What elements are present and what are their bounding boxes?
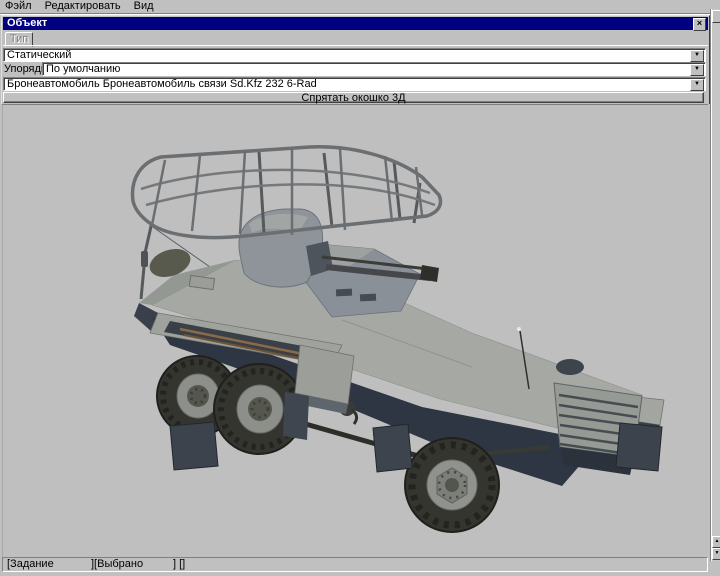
vehicle-3d-preview <box>2 105 708 557</box>
arrow-down-icon: ▼ <box>715 550 720 556</box>
arrow-up-icon: ▲ <box>715 538 720 544</box>
front-wheel <box>405 438 499 532</box>
close-icon: × <box>697 18 702 28</box>
menu-bar: Фэйл Редактировать Вид <box>0 0 720 14</box>
close-button[interactable]: × <box>693 18 706 31</box>
object-window-titlebar[interactable]: Объект × <box>3 17 708 30</box>
tab-row: Тип <box>3 31 708 45</box>
order-select-value: По умолчанию <box>46 63 691 75</box>
object-select[interactable]: Бронеавтомобиль Бронеавтомобиль связи Sd… <box>3 77 706 91</box>
type-select[interactable]: Статический ▼ <box>3 48 706 62</box>
menu-item-edit[interactable]: Редактировать <box>40 0 126 13</box>
object-select-value: Бронеавтомобиль Бронеавтомобиль связи Sd… <box>7 78 691 90</box>
scroll-up-button[interactable]: ▲ <box>712 536 720 548</box>
status-task: [Задание <box>7 558 54 570</box>
scrollbar-thumb[interactable] <box>712 10 720 23</box>
scroll-down-button[interactable]: ▼ <box>712 548 720 560</box>
menu-item-view[interactable]: Вид <box>129 0 159 13</box>
type-select-value: Статический <box>7 49 691 61</box>
chevron-down-icon: ▼ <box>694 66 700 72</box>
chevron-down-icon: ▼ <box>694 81 700 87</box>
type-select-dropdown-button[interactable]: ▼ <box>690 50 704 62</box>
chevron-down-icon: ▼ <box>694 52 700 58</box>
status-selected: ][Выбрано <box>91 558 143 570</box>
app-window: Фэйл Редактировать Вид Объект × Тип Стат… <box>0 0 720 576</box>
object-select-dropdown-button[interactable]: ▼ <box>690 79 704 91</box>
order-select[interactable]: По умолчанию ▼ <box>42 62 706 76</box>
status-tail: ] [] <box>173 558 185 570</box>
vertical-scrollbar[interactable]: ▲ ▼ <box>710 9 720 561</box>
window-title: Объект <box>7 17 47 29</box>
tab-underline <box>3 45 708 46</box>
menu-item-file[interactable]: Фэйл <box>0 0 37 13</box>
hide-3d-button[interactable]: Спрятать окошко 3Д <box>3 92 704 103</box>
order-select-dropdown-button[interactable]: ▼ <box>690 64 704 76</box>
viewport-3d[interactable] <box>2 104 708 557</box>
status-bar: [Задание ][Выбрано ] [] <box>2 557 708 572</box>
